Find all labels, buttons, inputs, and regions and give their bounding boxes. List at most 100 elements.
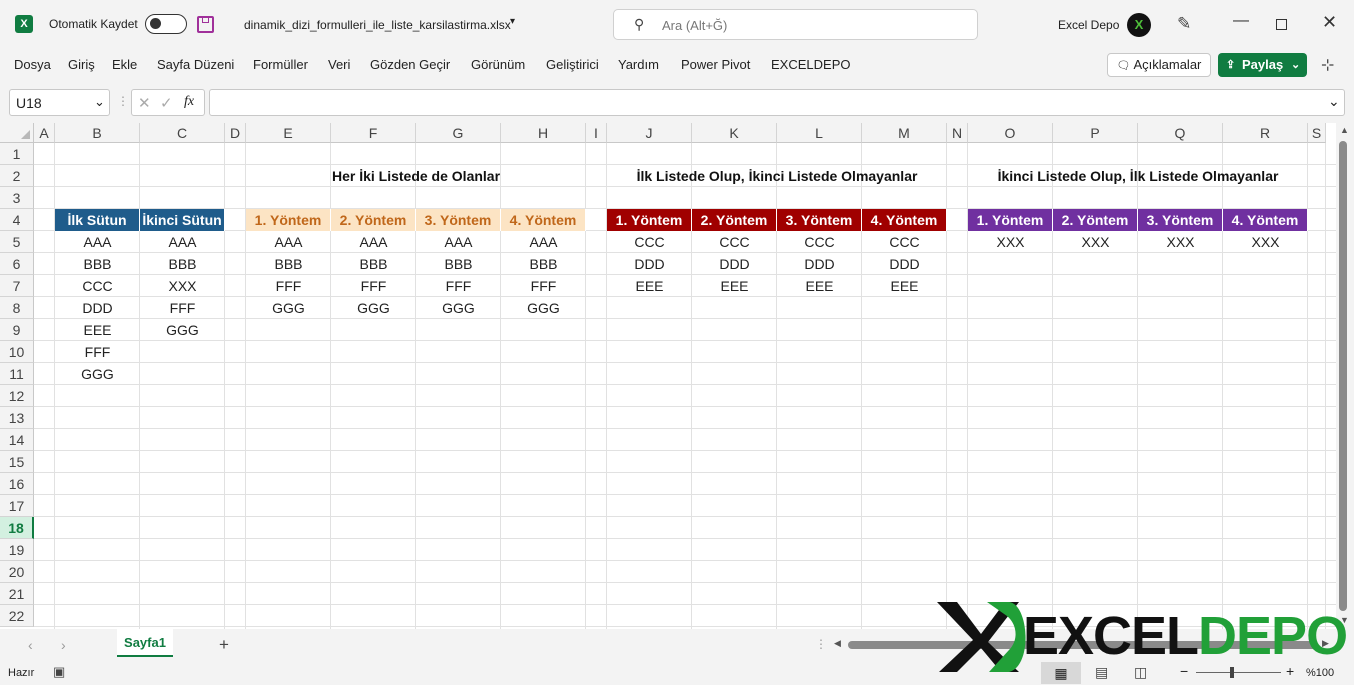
search-box[interactable]: ⚲ Ara (Alt+Ğ) — [613, 9, 978, 40]
column-header-i[interactable]: I — [586, 123, 607, 143]
cell-first-only-j5[interactable]: CCC — [607, 231, 692, 253]
cell-first-list-b10[interactable]: FFF — [55, 341, 140, 363]
row-header-22[interactable]: 22 — [0, 605, 34, 627]
hscroll-right-icon[interactable]: ▶ — [1322, 638, 1329, 649]
row-header-14[interactable]: 14 — [0, 429, 34, 451]
share-button[interactable]: ⇪ Paylaş ⌄ — [1218, 53, 1307, 77]
cell-both-e5[interactable]: AAA — [246, 231, 331, 253]
tab-scroll-right-icon[interactable]: › — [61, 637, 66, 653]
menu-power-pivot[interactable]: Power Pivot — [681, 57, 750, 72]
column-header-f[interactable]: F — [331, 123, 416, 143]
row-header-8[interactable]: 8 — [0, 297, 34, 319]
row-header-19[interactable]: 19 — [0, 539, 34, 561]
formula-expand-icon[interactable]: ⌄ — [1328, 93, 1340, 110]
menu-yardim[interactable]: Yardım — [618, 57, 659, 72]
cell-first-list-b7[interactable]: CCC — [55, 275, 140, 297]
filename-dropdown-icon[interactable]: ▾ — [510, 16, 515, 27]
cell-second-list-c5[interactable]: AAA — [140, 231, 225, 253]
column-header-s[interactable]: S — [1308, 123, 1326, 143]
cell-both-g5[interactable]: AAA — [416, 231, 501, 253]
menu-gorunum[interactable]: Görünüm — [471, 57, 525, 72]
designer-pen-icon[interactable]: ✎ — [1177, 14, 1191, 34]
comments-button[interactable]: 🗨 Açıklamalar — [1107, 53, 1211, 77]
save-icon[interactable] — [197, 16, 214, 33]
row-header-6[interactable]: 6 — [0, 253, 34, 275]
cell-first-list-b8[interactable]: DDD — [55, 297, 140, 319]
zoom-level[interactable]: %100 — [1306, 667, 1334, 679]
cell-first-only-m6[interactable]: DDD — [862, 253, 947, 275]
ribbon-options-icon[interactable]: ⊹ — [1321, 55, 1334, 75]
file-name[interactable]: dinamik_dizi_formulleri_ile_liste_karsil… — [244, 18, 511, 32]
menu-giris[interactable]: Giriş — [68, 57, 95, 72]
row-header-2[interactable]: 2 — [0, 165, 34, 187]
column-header-c[interactable]: C — [140, 123, 225, 143]
column-header-r[interactable]: R — [1223, 123, 1308, 143]
row-header-16[interactable]: 16 — [0, 473, 34, 495]
name-box[interactable]: U18 ⌄ — [9, 89, 110, 116]
confirm-entry-icon[interactable]: ✓ — [160, 94, 173, 112]
row-header-5[interactable]: 5 — [0, 231, 34, 253]
formula-input[interactable]: ⌄ — [209, 89, 1345, 116]
column-header-o[interactable]: O — [968, 123, 1053, 143]
page-layout-view-icon[interactable]: ▤ — [1095, 664, 1108, 681]
cell-first-only-l6[interactable]: DDD — [777, 253, 862, 275]
cancel-entry-icon[interactable]: ✕ — [138, 94, 151, 112]
cell-second-list-c8[interactable]: FFF — [140, 297, 225, 319]
accessibility-icon[interactable]: ▣ — [53, 664, 65, 680]
menu-dosya[interactable]: Dosya — [14, 57, 51, 72]
column-header-k[interactable]: K — [692, 123, 777, 143]
row-header-4[interactable]: 4 — [0, 209, 34, 231]
cell-both-e7[interactable]: FFF — [246, 275, 331, 297]
column-header-e[interactable]: E — [246, 123, 331, 143]
user-name[interactable]: Excel Depo — [1058, 18, 1119, 32]
cell-first-only-k5[interactable]: CCC — [692, 231, 777, 253]
cell-both-h5[interactable]: AAA — [501, 231, 586, 253]
cell-second-list-c6[interactable]: BBB — [140, 253, 225, 275]
avatar[interactable]: X — [1127, 13, 1151, 37]
column-header-h[interactable]: H — [501, 123, 586, 143]
cell-both-f6[interactable]: BBB — [331, 253, 416, 275]
cell-first-list-b11[interactable]: GGG — [55, 363, 140, 385]
menu-ekle[interactable]: Ekle — [112, 57, 137, 72]
cell-first-list-b5[interactable]: AAA — [55, 231, 140, 253]
cell-both-g7[interactable]: FFF — [416, 275, 501, 297]
cell-both-e6[interactable]: BBB — [246, 253, 331, 275]
row-header-10[interactable]: 10 — [0, 341, 34, 363]
scroll-down-icon[interactable]: ▼ — [1340, 615, 1349, 625]
row-header-7[interactable]: 7 — [0, 275, 34, 297]
cell-second-only-r5[interactable]: XXX — [1223, 231, 1308, 253]
vertical-scrollbar[interactable]: ▲ ▼ — [1336, 123, 1354, 629]
cell-both-h6[interactable]: BBB — [501, 253, 586, 275]
cell-first-only-m5[interactable]: CCC — [862, 231, 947, 253]
row-header-9[interactable]: 9 — [0, 319, 34, 341]
menu-formuller[interactable]: Formüller — [253, 57, 308, 72]
cell-first-only-l7[interactable]: EEE — [777, 275, 862, 297]
select-all-corner[interactable] — [0, 123, 34, 143]
row-header-21[interactable]: 21 — [0, 583, 34, 605]
cell-second-list-c9[interactable]: GGG — [140, 319, 225, 341]
column-header-j[interactable]: J — [607, 123, 692, 143]
row-header-11[interactable]: 11 — [0, 363, 34, 385]
cell-second-only-o5[interactable]: XXX — [968, 231, 1053, 253]
insert-function-icon[interactable]: fx — [184, 94, 194, 110]
column-header-n[interactable]: N — [947, 123, 968, 143]
row-header-15[interactable]: 15 — [0, 451, 34, 473]
cell-both-f8[interactable]: GGG — [331, 297, 416, 319]
row-header-12[interactable]: 12 — [0, 385, 34, 407]
cell-both-h8[interactable]: GGG — [501, 297, 586, 319]
zoom-out-icon[interactable]: − — [1180, 663, 1188, 679]
name-box-dropdown-icon[interactable]: ⌄ — [94, 94, 105, 110]
share-dropdown-icon[interactable]: ⌄ — [1291, 53, 1300, 77]
cell-both-f7[interactable]: FFF — [331, 275, 416, 297]
cell-both-f5[interactable]: AAA — [331, 231, 416, 253]
menu-exceldepo[interactable]: EXCELDEPO — [771, 57, 850, 72]
cell-first-only-k7[interactable]: EEE — [692, 275, 777, 297]
page-break-view-icon[interactable]: ◫ — [1134, 664, 1147, 681]
tab-split-handle-icon[interactable]: ⋮ — [815, 637, 827, 651]
cell-both-g8[interactable]: GGG — [416, 297, 501, 319]
cell-first-only-j6[interactable]: DDD — [607, 253, 692, 275]
column-header-q[interactable]: Q — [1138, 123, 1223, 143]
menu-gozden-gecir[interactable]: Gözden Geçir — [370, 57, 450, 72]
cell-first-list-b9[interactable]: EEE — [55, 319, 140, 341]
add-sheet-icon[interactable]: + — [219, 635, 229, 655]
